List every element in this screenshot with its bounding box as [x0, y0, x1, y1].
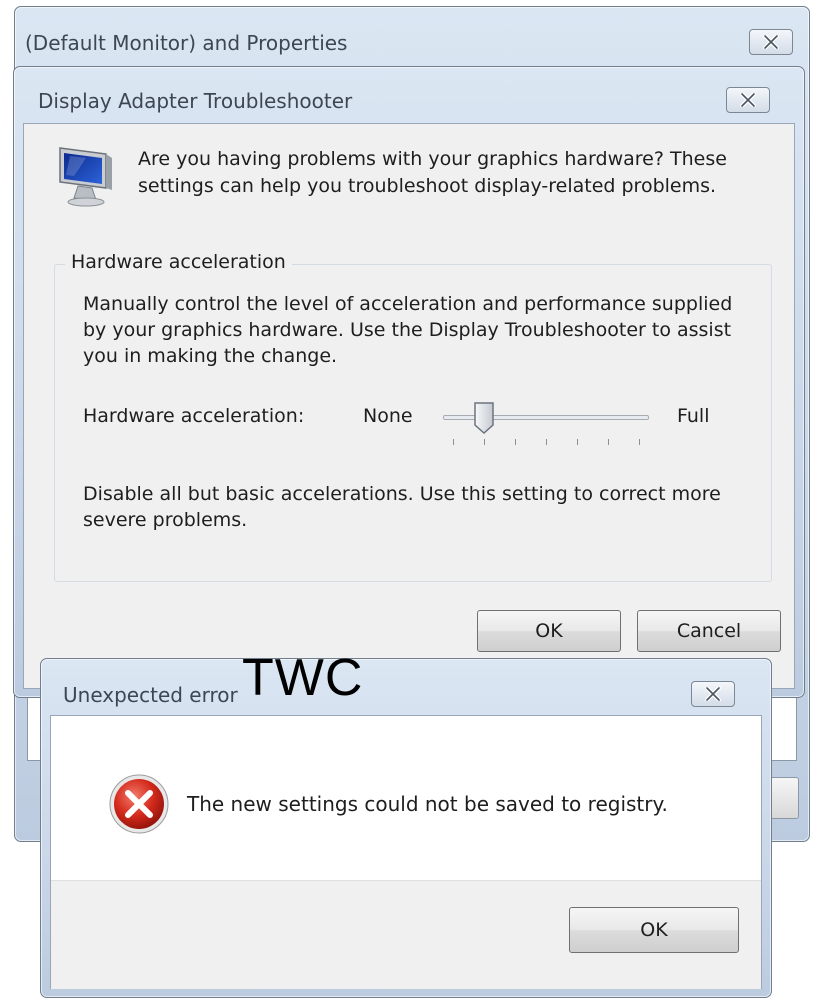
- troubleshooter-client-area: Are you having problems with your graphi…: [23, 123, 795, 689]
- acceleration-slider[interactable]: [443, 397, 649, 451]
- properties-window-title: (Default Monitor) and Properties: [25, 31, 348, 55]
- group-description: Manually control the level of accelerati…: [83, 293, 733, 367]
- group-legend: Hardware acceleration: [65, 251, 292, 273]
- troubleshooter-title: Display Adapter Troubleshooter: [38, 89, 353, 113]
- troubleshooter-ok-button[interactable]: OK: [477, 610, 621, 652]
- troubleshooter-window: Display Adapter Troubleshooter Are you h…: [13, 66, 805, 698]
- error-close-button[interactable]: [691, 681, 735, 707]
- slider-tick: [608, 439, 609, 445]
- error-button-bar: OK: [51, 880, 761, 989]
- slider-tick: [577, 439, 578, 445]
- error-dialog: Unexpected error The new settings could …: [40, 658, 772, 998]
- watermark-text: TWC: [242, 649, 364, 707]
- error-ok-button[interactable]: OK: [569, 907, 739, 953]
- acceleration-slider-label: Hardware acceleration:: [83, 405, 305, 427]
- slider-tick: [546, 439, 547, 445]
- error-dialog-title: Unexpected error: [63, 683, 238, 707]
- slider-max-label: Full: [677, 405, 710, 427]
- close-icon: [763, 35, 779, 49]
- slider-tick: [515, 439, 516, 445]
- troubleshooter-close-button[interactable]: [726, 87, 770, 113]
- slider-thumb[interactable]: [473, 401, 495, 435]
- slider-tick: [453, 439, 454, 445]
- acceleration-level-note: Disable all but basic accelerations. Use…: [83, 483, 721, 531]
- error-icon: [109, 774, 169, 834]
- close-icon: [740, 93, 756, 107]
- error-client-area: The new settings could not be saved to r…: [50, 715, 762, 989]
- monitor-icon: [59, 147, 112, 207]
- close-icon: [705, 687, 721, 701]
- properties-close-button[interactable]: [749, 29, 793, 55]
- hardware-acceleration-group: Hardware acceleration Manually control t…: [54, 251, 772, 582]
- troubleshooter-cancel-button[interactable]: Cancel: [637, 610, 781, 652]
- error-message: The new settings could not be saved to r…: [187, 792, 668, 816]
- slider-min-label: None: [363, 405, 413, 427]
- slider-tick: [484, 439, 485, 445]
- slider-tick: [639, 439, 640, 445]
- troubleshooter-intro: Are you having problems with your graphi…: [138, 148, 727, 197]
